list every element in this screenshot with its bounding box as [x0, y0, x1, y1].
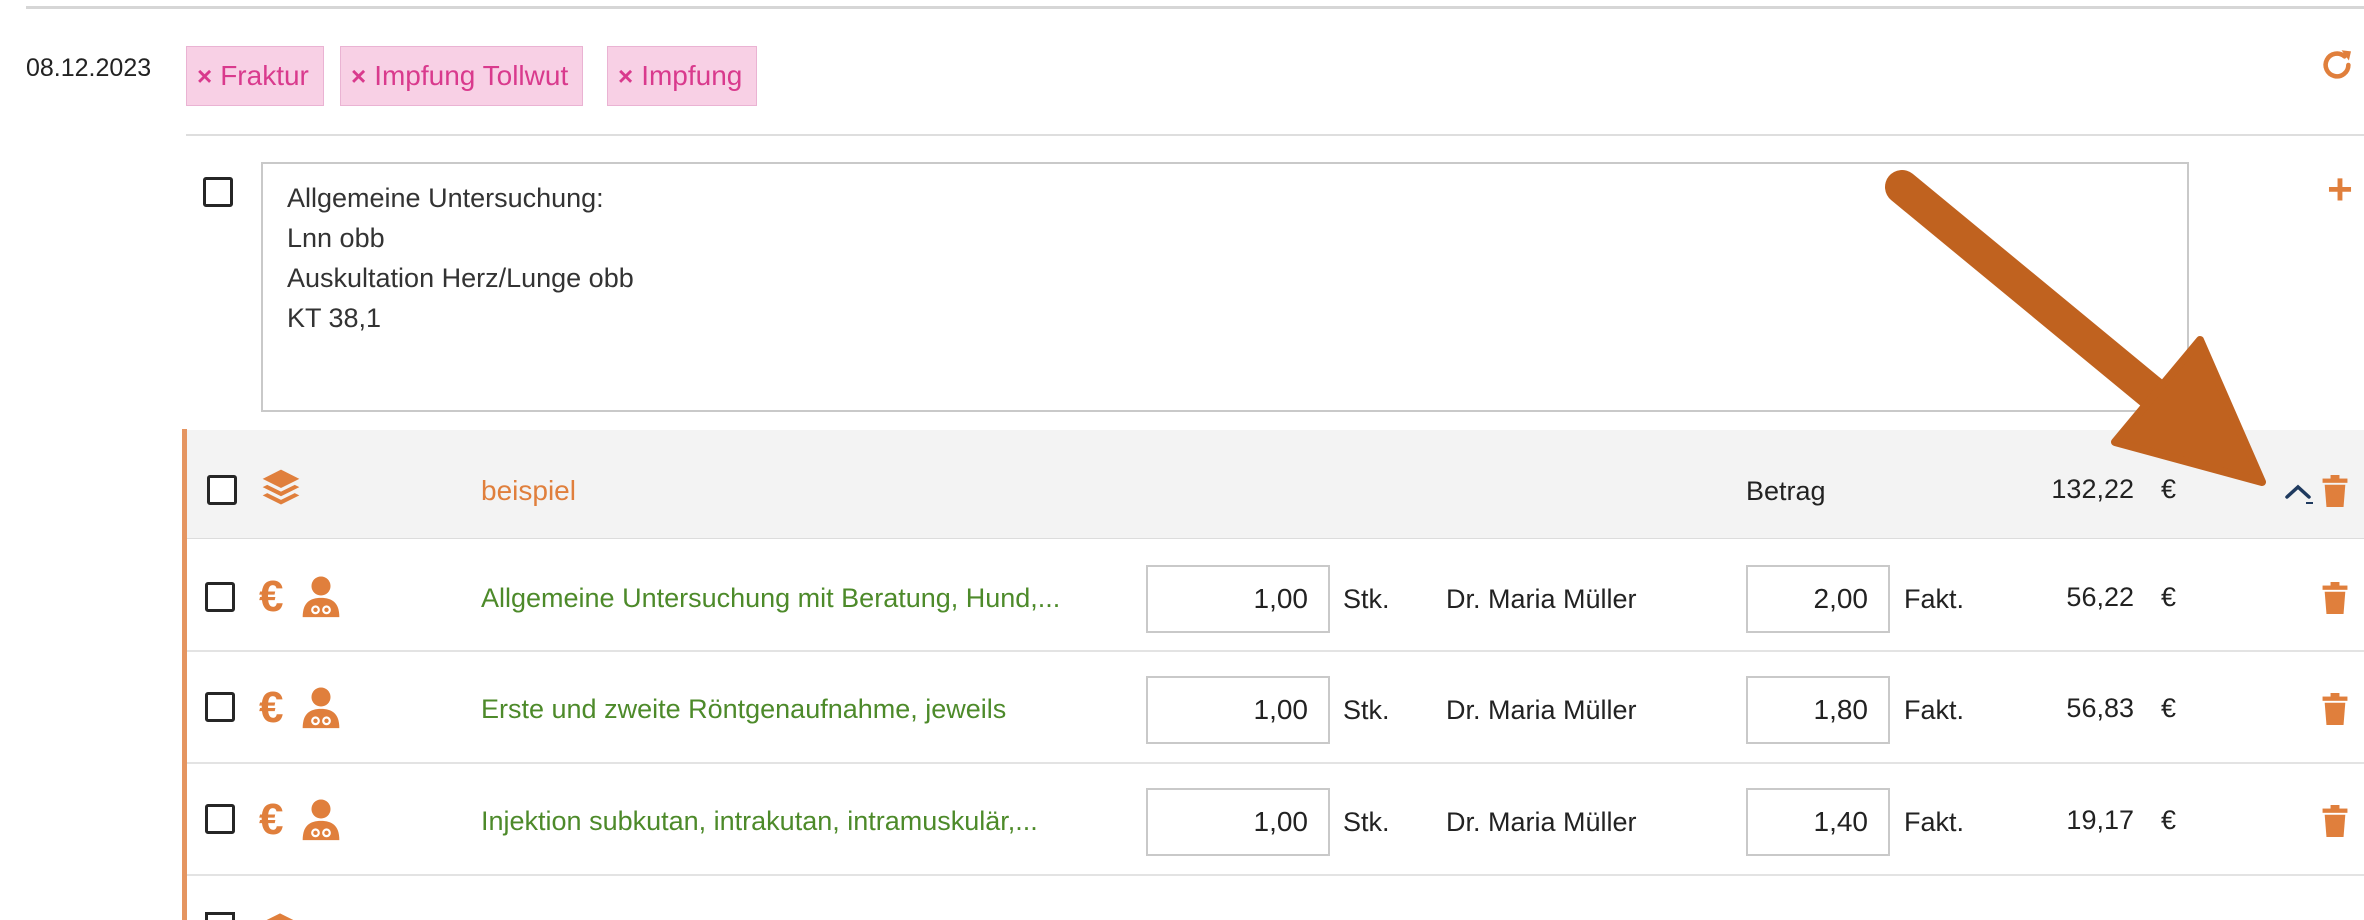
item-title[interactable]: Injektion subkutan, intrakutan, intramus… — [481, 806, 1038, 837]
doctor-name: Dr. Maria Müller — [1446, 807, 1637, 837]
item-checkbox[interactable] — [205, 804, 235, 834]
item-title[interactable]: Erste und zweite Röntgenaufnahme, jeweil… — [481, 694, 1006, 725]
factor-label: Fakt. — [1904, 807, 1965, 837]
item-checkbox[interactable] — [205, 912, 235, 920]
trash-icon[interactable] — [2322, 805, 2348, 842]
doctor-name: Dr. Maria Müller — [1446, 695, 1637, 725]
trash-icon[interactable] — [2322, 475, 2348, 512]
factor-input[interactable]: 1,40 — [1746, 788, 1890, 856]
tag-impfung-tollwut[interactable]: × Impfung Tollwut — [340, 46, 584, 106]
item-currency: € — [2161, 805, 2177, 835]
tag-remove-icon[interactable]: × — [197, 61, 212, 92]
trash-icon[interactable] — [2322, 582, 2348, 619]
item-title[interactable]: Allgemeine Untersuchung mit Beratung, Hu… — [481, 583, 1060, 614]
unit-label: Stk. — [1343, 695, 1390, 725]
refresh-icon[interactable] — [2316, 44, 2358, 86]
factor-input[interactable]: 2,00 — [1746, 565, 1890, 633]
entry-date: 08.12.2023 — [26, 54, 152, 82]
group-checkbox[interactable] — [207, 475, 237, 505]
item-checkbox[interactable] — [205, 692, 235, 722]
factor-label: Fakt. — [1904, 695, 1965, 725]
tag-remove-icon[interactable]: × — [351, 61, 366, 92]
layers-icon — [259, 466, 303, 510]
factor-label: Fakt. — [1904, 584, 1965, 614]
item-price: 56,83 — [2066, 693, 2134, 723]
item-currency: € — [2161, 582, 2177, 612]
tag-impfung[interactable]: × Impfung — [607, 46, 758, 106]
add-icon[interactable]: + — [2320, 168, 2360, 212]
tag-label: Impfung — [641, 60, 743, 91]
section-divider — [186, 134, 2364, 136]
tag-label: Impfung Tollwut — [374, 60, 569, 91]
doctor-icon — [302, 686, 340, 735]
item-currency: € — [2161, 693, 2177, 723]
group-amount-label: Betrag — [1746, 476, 1826, 506]
euro-icon: € — [259, 683, 284, 732]
factor-input[interactable]: 1,80 — [1746, 676, 1890, 744]
doctor-icon — [302, 798, 340, 847]
doctor-name: Dr. Maria Müller — [1446, 584, 1637, 614]
doctor-icon — [302, 575, 340, 624]
tag-fraktur[interactable]: × Fraktur — [186, 46, 324, 106]
item-price: 19,17 — [2066, 805, 2134, 835]
unit-label: Stk. — [1343, 584, 1390, 614]
tag-remove-icon[interactable]: × — [618, 61, 633, 92]
quantity-input[interactable]: 1,00 — [1146, 676, 1330, 744]
trash-icon[interactable] — [2322, 693, 2348, 730]
unit-label: Stk. — [1343, 807, 1390, 837]
euro-icon: € — [259, 795, 284, 844]
tag-label: Fraktur — [220, 60, 309, 91]
item-checkbox[interactable] — [205, 582, 235, 612]
layers-icon — [260, 910, 300, 920]
quantity-input[interactable]: 1,00 — [1146, 565, 1330, 633]
top-divider — [26, 6, 2364, 9]
item-price: 56,22 — [2066, 582, 2134, 612]
euro-icon: € — [259, 572, 284, 621]
group-name[interactable]: beispiel — [481, 475, 576, 507]
annotation-arrow — [1870, 170, 2290, 510]
quantity-input[interactable]: 1,00 — [1146, 788, 1330, 856]
notes-checkbox[interactable] — [203, 177, 233, 207]
